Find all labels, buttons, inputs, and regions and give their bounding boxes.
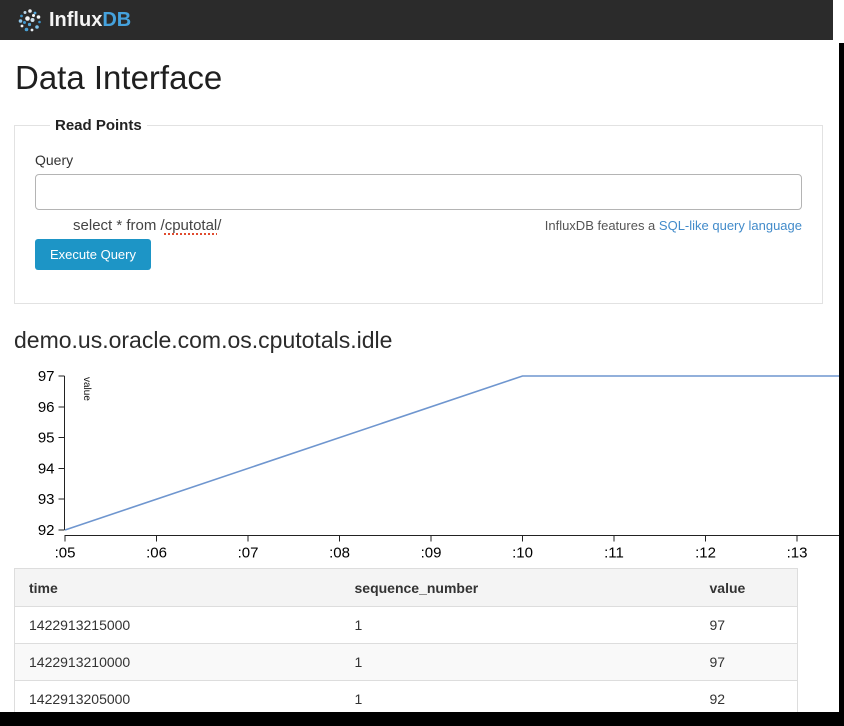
table-cell: 1 xyxy=(341,644,696,681)
table-cell: 97 xyxy=(696,607,798,644)
top-navbar: InfluxDB xyxy=(0,0,833,40)
sql-query-language-link[interactable]: SQL-like query language xyxy=(659,218,802,233)
table-header-time: time xyxy=(15,569,341,607)
svg-text::13: :13 xyxy=(787,545,808,562)
table-cell: 1422913210000 xyxy=(15,644,341,681)
table-header-row: timesequence_numbervalue xyxy=(15,569,798,607)
query-misspelled-word: cputotal xyxy=(165,217,218,234)
table-header-sequence_number: sequence_number xyxy=(341,569,696,607)
svg-text::11: :11 xyxy=(604,545,624,562)
page-title: Data Interface xyxy=(15,59,839,97)
table-row: 1422913205000192 xyxy=(15,681,798,713)
svg-text::07: :07 xyxy=(238,545,259,562)
influxdb-logo[interactable]: InfluxDB xyxy=(17,7,131,34)
svg-text:94: 94 xyxy=(38,460,55,477)
svg-text:97: 97 xyxy=(38,368,55,385)
help-text: InfluxDB features a xyxy=(545,218,659,233)
query-label: Query xyxy=(35,152,802,168)
svg-text::08: :08 xyxy=(329,545,350,562)
read-points-legend: Read Points xyxy=(50,117,147,134)
table-row: 1422913215000197 xyxy=(15,607,798,644)
svg-text:93: 93 xyxy=(38,491,55,508)
page: InfluxDB Data Interface Read Points Quer… xyxy=(0,0,839,712)
svg-text:96: 96 xyxy=(38,399,55,416)
screenshot-corner-patch xyxy=(839,0,844,43)
table-cell: 1 xyxy=(341,681,696,713)
svg-text::12: :12 xyxy=(695,545,716,562)
query-input[interactable]: select * from /cputotal/ xyxy=(35,174,802,210)
query-text-after: / xyxy=(217,217,221,234)
svg-text::06: :06 xyxy=(146,545,167,562)
read-points-fieldset: Read Points Query select * from /cputota… xyxy=(14,117,823,304)
table-cell: 92 xyxy=(696,681,798,713)
chart-title: demo.us.oracle.com.os.cputotals.idle xyxy=(14,326,839,354)
brand-text-influx: Influx xyxy=(49,9,102,32)
brand-text-db: DB xyxy=(102,9,131,32)
svg-text::10: :10 xyxy=(512,545,533,562)
line-chart-svg: 97 96 95 94 93 92:05 :06 :07 :08 :09 :10 :11 :12 :13 v… xyxy=(0,362,839,562)
execute-query-button[interactable]: Execute Query xyxy=(35,239,151,270)
svg-text::05: :05 xyxy=(55,545,76,562)
svg-text:95: 95 xyxy=(38,430,55,447)
table-cell: 1422913215000 xyxy=(15,607,341,644)
results-table: timesequence_numbervalue 142291321500019… xyxy=(14,568,798,712)
table-cell: 97 xyxy=(696,644,798,681)
table-row: 1422913210000197 xyxy=(15,644,798,681)
line-chart: 97 96 95 94 93 92:05 :06 :07 :08 :09 :10 :11 :12 :13 v… xyxy=(0,362,839,562)
query-text-before: select * from / xyxy=(73,217,165,234)
table-cell: 1 xyxy=(341,607,696,644)
svg-text::09: :09 xyxy=(421,545,442,562)
table-cell: 1422913205000 xyxy=(15,681,341,713)
influxdb-logo-icon xyxy=(17,7,44,34)
table-header-value: value xyxy=(696,569,798,607)
svg-text:value: value xyxy=(81,377,92,401)
svg-text:92: 92 xyxy=(38,522,55,539)
